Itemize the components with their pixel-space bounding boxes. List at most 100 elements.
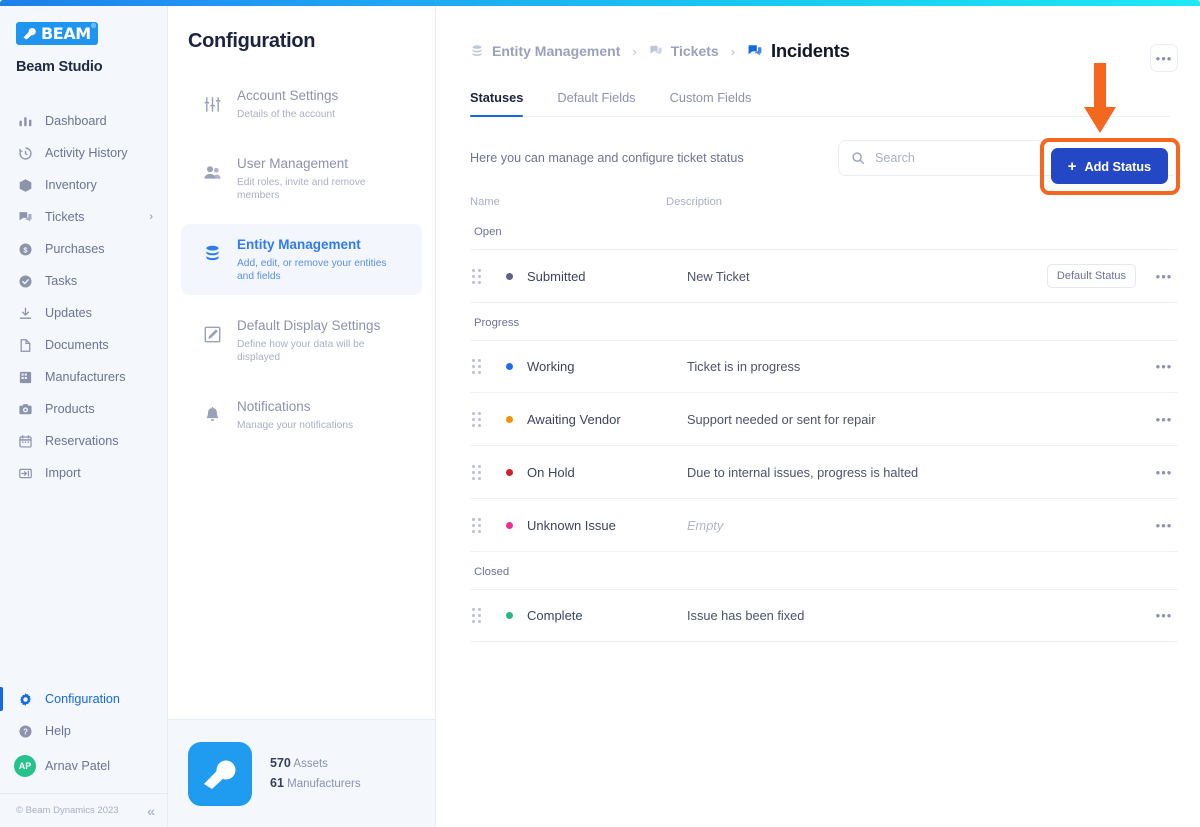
sidebar-item-activity-history[interactable]: Activity History [0,137,167,169]
tab-custom-fields[interactable]: Custom Fields [670,90,752,116]
config-item-user-management[interactable]: User Management Edit roles, invite and r… [181,143,422,214]
section-subtitle: Here you can manage and configure ticket… [470,151,744,165]
sidebar-item-reservations[interactable]: Reservations [0,425,167,457]
statuses-table: Name Description Open Submitted New Tick… [470,196,1178,642]
breadcrumb-item-tickets[interactable]: Tickets [649,43,719,59]
config-item-notifications[interactable]: Notifications Manage your notifications [181,386,422,444]
config-item-name: User Management [237,156,349,171]
sidebar-item-updates[interactable]: Updates [0,297,167,329]
config-item-desc: Manage your notifications [237,420,354,431]
status-color-dot [506,468,513,476]
sidebar-item-help[interactable]: ? Help [0,715,167,747]
gear-icon [16,690,34,708]
camera-icon [16,400,34,418]
brand-trademark: ® [91,24,96,30]
row-more-menu-button[interactable]: ••• [1150,518,1178,533]
table-row[interactable]: Awaiting Vendor Support needed or sent f… [470,393,1178,446]
sidebar-item-configuration[interactable]: Configuration [0,683,167,715]
page-more-menu-button[interactable]: ••• [1150,44,1178,72]
row-more-menu-button[interactable]: ••• [1150,608,1178,623]
add-status-button[interactable]: + Add Status [1050,148,1168,184]
column-header-name: Name [470,196,500,208]
row-more-menu-button[interactable]: ••• [1150,465,1178,480]
user-name-label: Arnav Patel [45,758,111,773]
breadcrumb-label: Incidents [771,40,850,61]
question-circle-icon: ? [16,722,34,740]
sidebar-item-tasks[interactable]: Tasks [0,265,167,297]
status-name: Submitted [527,268,586,284]
config-item-default-display-settings[interactable]: Default Display Settings Define how your… [181,305,422,376]
row-more-menu-button[interactable]: ••• [1150,412,1178,427]
sidebar-item-label: Documents [45,337,109,352]
download-icon [16,304,34,322]
status-description: Empty [687,517,724,533]
sidebar-item-label: Manufacturers [45,369,126,384]
sidebar-item-user-profile[interactable]: AP Arnav Patel [0,747,167,785]
beam-logo-icon [21,25,38,42]
drag-handle-icon[interactable] [472,411,486,427]
status-color-dot [506,415,513,423]
chevron-right-icon: › [632,43,637,59]
chevron-right-icon: › [149,211,153,223]
table-header: Name Description [470,196,1178,218]
sidebar-item-inventory[interactable]: Inventory [0,169,167,201]
table-row[interactable]: Unknown Issue Empty ••• [470,499,1178,552]
table-row[interactable]: Submitted New Ticket Default Status ••• [470,250,1178,303]
double-chevron-left-icon[interactable]: « [147,804,155,818]
sidebar-item-dashboard[interactable]: Dashboard [0,105,167,137]
sidebar-item-label: Dashboard [45,113,107,128]
sidebar-item-label: Inventory [45,177,97,192]
sidebar-item-tickets[interactable]: Tickets › [0,201,167,233]
status-name: Complete [527,608,583,623]
table-row[interactable]: Working Ticket is in progress ••• [470,340,1178,393]
status-name: Working [527,359,575,374]
brand-logo[interactable]: BEAM ® [0,6,167,47]
breadcrumb-label: Entity Management [492,43,621,59]
breadcrumb-item-entity-management[interactable]: Entity Management [470,43,620,59]
table-row[interactable]: Complete Issue has been fixed ••• [470,589,1178,642]
sidebar-item-documents[interactable]: Documents [0,329,167,361]
drag-handle-icon[interactable] [472,608,486,623]
beam-mark-icon [188,741,252,806]
status-name: On Hold [527,464,575,480]
group-header-closed: Closed [474,566,510,578]
sidebar-item-manufacturers[interactable]: Manufacturers [0,361,167,393]
status-description: Issue has been fixed [687,608,805,623]
table-row[interactable]: On Hold Due to internal issues, progress… [470,446,1178,499]
row-more-menu-button[interactable]: ••• [1150,269,1178,284]
row-more-menu-button[interactable]: ••• [1150,359,1178,374]
config-item-account-settings[interactable]: Account Settings Details of the account [181,75,422,133]
avatar: AP [14,755,36,777]
tab-bar: Statuses Default Fields Custom Fields [470,90,1170,117]
drag-handle-icon[interactable] [472,359,486,374]
status-color-dot [506,612,513,619]
sidebar-item-label: Tasks [45,273,78,288]
tab-default-fields[interactable]: Default Fields [557,90,635,116]
status-color-dot [506,521,513,529]
svg-text:?: ? [23,727,28,736]
sidebar-item-label: Help [45,723,71,738]
sidebar-item-import[interactable]: Import [0,457,167,489]
sidebar-footer: © Beam Dynamics 2023 « [0,793,167,827]
config-item-entity-management[interactable]: Entity Management Add, edit, or remove y… [181,224,422,295]
sidebar-item-label: Reservations [45,433,119,448]
tickets-icon [747,43,763,59]
tab-statuses[interactable]: Statuses [470,90,524,117]
drag-handle-icon[interactable] [472,268,486,284]
config-item-desc: Add, edit, or remove your entities and f… [237,258,387,282]
search-icon [851,151,865,165]
add-status-label: Add Status [1084,158,1151,174]
cube-icon [16,176,34,194]
sidebar-item-products[interactable]: Products [0,393,167,425]
chart-bar-icon [16,112,34,130]
breadcrumb-item-incidents: Incidents [747,40,850,62]
sidebar-item-purchases[interactable]: $ Purchases [0,233,167,265]
configuration-panel: Configuration Account Settings Details o… [168,6,436,827]
config-item-desc: Define how your data will be displayed [237,339,365,363]
history-clock-icon [16,144,34,162]
import-icon [16,464,34,482]
drag-handle-icon[interactable] [472,464,486,480]
app-window: BEAM ® Beam Studio Dashboard Activity Hi… [0,0,1200,827]
status-description: Support needed or sent for repair [687,411,876,427]
drag-handle-icon[interactable] [472,517,486,533]
